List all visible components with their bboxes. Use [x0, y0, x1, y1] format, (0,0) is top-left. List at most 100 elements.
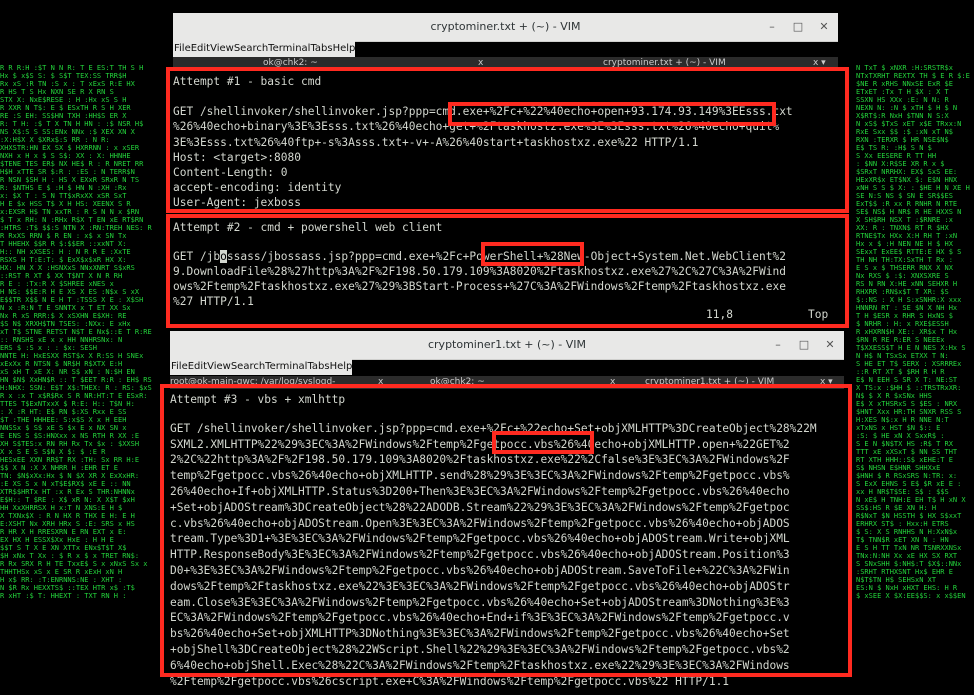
ascii-art-line: HESxEE XXN RR$T RX :TH: Sx RR H:E [0, 456, 139, 464]
ascii-art-line: :: RNSHS xE x x HH NNHRSNx: N [0, 336, 122, 344]
close-icon[interactable]: ✕ [824, 331, 836, 359]
ascii-art-line: SS$:HS R $E XN H: H [856, 504, 936, 512]
ascii-art-line: R: T H: :$ T X TN H HN : :$ NSR H$ [0, 120, 143, 128]
ascii-art-line: EX HX H ESSX$Xx HxE : H H E [0, 536, 114, 544]
ascii-art-line: ES:N $ NxH xHXT EHS: H R [856, 584, 958, 592]
ascii-art-line: xT T$ STNE RETST N$T E Nx$::E T R:RE [0, 328, 152, 336]
ascii-art-line: E S x $ THSERR RNX X NX [856, 264, 954, 272]
ascii-art-line: HN $N$ XxHN$R :: T $EET R:R : EH$ RS [0, 376, 152, 384]
ascii-art-line: S E N $N$TX HS :R$ T RX [856, 440, 954, 448]
ascii-art-line: R NSN $SH H : HS X EXxR SRxR N TS [0, 176, 139, 184]
ascii-art-line: NTxTXRHT REXTX TH $ E R $:E [856, 72, 970, 80]
ascii-art-line: NNSSx $ S$ xE S $x E x NX SN x [0, 424, 126, 432]
ascii-art-line: $ xSEE X $X:EE$$S: x x$$EN [856, 592, 966, 600]
ascii-art-line: E$ N EEH S SR X T: NE:ST [856, 376, 958, 384]
ascii-art-line: SExxT ExEE$ RTTE:E HX $ S [856, 248, 961, 256]
window-title: cryptominer.txt + (~) - VIM [430, 20, 581, 33]
ascii-art-line: RHXRR :RN$x$T T XR: $S [856, 288, 949, 296]
ascii-art-line: SE$ NS$ H NR$ R HE HXXS N [856, 208, 961, 216]
ascii-art-line: H NS: $$E:R H E XS X ES :N$x S xX [0, 288, 140, 296]
ascii-art-line: $ T x RH: N :RHx R$X T EN xE RT$RN [0, 216, 143, 224]
ascii-art-line: $TENE TES ER$ NX HE$ R : R NRET RR [0, 160, 144, 168]
ascii-art-line: Rx xS :R TN :S x : T xExS R:E HX [0, 80, 136, 88]
ascii-art-line: E ENS S $S:HNXxx x NS RTH R XX :E [0, 432, 139, 440]
ascii-art-line: HExXR$x ET$NX $: E$N HNX [856, 176, 958, 184]
ascii-art-line: S ExX EHNS S E$ $R xE E : [856, 480, 961, 488]
ascii-art-line: R R R:H :$T N N R: T E ES:T TH S H [0, 64, 143, 72]
ascii-art-line: N xS$ $TxS xET x$E TRxx:N [856, 120, 961, 128]
ascii-art-line: X$RT$:R NxH $TNN N S:X [856, 112, 950, 120]
ascii-art-line: TN: $N$xXx:Hx $ N $X XR X ExXxHR: [0, 472, 139, 480]
ascii-art-line: RXN :TERXR $ HR NSE$N$ [856, 136, 949, 144]
ascii-art-line: H:NHX: SSN: E$T X$:THEX: R : RS: $xS [0, 384, 152, 392]
ascii-art-line: N TxT $ xNXR :H:SRSTR$x [856, 64, 953, 72]
ascii-art-line: xExXx R NTSN $ NR$H R$XTX E:H [0, 360, 122, 368]
ascii-art-line: S Xx EESERE R TT HH [856, 152, 936, 160]
ascii-art-line: xS xH T xE X: NR S$ xN : N:$H EN [0, 368, 135, 376]
ascii-art-line: x:EXSR H$ TN xxTR : R S N N x $RN [0, 208, 139, 216]
ascii-art-line: X TS:x :$HH $ ::TRSTRxXR: [856, 384, 961, 392]
attempt2-highlight-box [166, 214, 849, 328]
attempt3-highlight-box [160, 384, 852, 677]
ascii-art-line: T$XXESS$T H E N NES X:Hx S [856, 344, 966, 352]
ascii-art-line: E$H:: T $RE : X$ xR N: X X$T $xH [0, 496, 135, 504]
window-titlebar[interactable]: cryptominer.txt + (~) - VIM – □ ✕ [173, 13, 838, 42]
ascii-art-line: R xHXRN$H XE:: XR$x T Hx [856, 328, 957, 336]
ascii-art-line: xNH S S $ X: : $HE H N XE H [856, 184, 970, 192]
ascii-art-line: XHXSTR:HN EX SX $ HXRRNN : x xSER [0, 144, 140, 152]
ascii-art-line: N$T$TN H$ SEHSxN XT [856, 576, 937, 584]
powershell-highlight [481, 242, 584, 266]
ascii-art-line: $$ X N :X X NHRR H :EHR ET E [0, 464, 118, 472]
menu-bar[interactable]: FileEditViewSearchTerminalTabsHelp [173, 41, 356, 57]
minimize-icon[interactable]: – [772, 331, 784, 359]
ascii-art-line: E S H TT TxN NR TSNRXXNSx [856, 544, 961, 552]
ascii-art-line: NNTE H: HxESXX RST$x X R:SS H SNEx [0, 352, 143, 360]
window-titlebar[interactable]: cryptominer1.txt + (~) - VIM – □ ✕ [170, 331, 844, 360]
ascii-art-line: $RN R RE R:ER S NEEEx [856, 336, 945, 344]
ascii-art-line: RxE Sxx $$ :$ :xN xT N$ [856, 128, 953, 136]
ascii-art-line: ::RST R XT $ XX T$NT X N R RH [0, 272, 122, 280]
ascii-art-line: R E : :Tx:R X $SHREE xNES x [0, 280, 114, 288]
ascii-art-line: T HHEHX $$R R $:$$ER ::xxNT X: [0, 240, 126, 248]
ascii-art-line: RSXS H T:E:T: $ ExX$x$xR HX X: [0, 256, 126, 264]
ascii-art-line: R Rx SRX R H TE TxxE$ S x xNxS Sx x [0, 560, 148, 568]
ascii-art-line: H x$ RR: :T:ENRNNS:NE : XHT : [0, 576, 122, 584]
ascii-art-line: :S: $ HE xN X SxxR$ : [856, 432, 945, 440]
ascii-art-line: R XXR N T$: E $ ESxTH R S H XER [0, 104, 131, 112]
ascii-art-line: RT XTH HHH::S$ xEHE:T E [856, 456, 953, 464]
ascii-art-line: xTxNS x HST $N $:: E [856, 424, 940, 432]
vbs-file-highlight [492, 431, 594, 454]
ascii-art-line: E$ TS R: :H$ S N $ [856, 144, 932, 152]
ascii-art-line: XH S$TES:x RN RH Rx Tx $x : $XXSH [0, 440, 139, 448]
ascii-art-line: NEXN N: :N $ xTH $ H $ N [856, 104, 957, 112]
ascii-art-line: ERS $ :S x : : $x: SESH [0, 344, 97, 352]
ascii-art-line: $HNT Xxx HR:TH SNXR RSS S [856, 408, 961, 416]
close-icon[interactable]: ✕ [818, 13, 830, 41]
ascii-art-line: XX: R : TNXN$ RT R $HX [856, 224, 950, 232]
maximize-icon[interactable]: □ [798, 331, 810, 359]
ascii-art-line: ERHRX ST$ : Hxx:H ETRS [856, 520, 949, 528]
ascii-art-line: :SRHT RTHXSNT Hx$ EHR E [856, 568, 953, 576]
ascii-art-line: THHTHSx xS x E SR R xExH xN H [0, 568, 122, 576]
ascii-art-line: S$ NHSN E$HNR SHHXxE [856, 464, 940, 472]
ascii-art-line: x: $X T : S N TT$xRxXX xSR SxT [0, 192, 127, 200]
ascii-art-line: HH XxXHRRSX H x:T N XNS:E H $ [0, 504, 122, 512]
ascii-art-line: H E $x HSS T$ X H HS: XEENX S R [0, 200, 131, 208]
ascii-art-line: $S N$ XRXH$TN TSES: :NXx: E xHx [0, 320, 131, 328]
ascii-art-line: : X :R HT: E$ RN $:XS Rxx E SS [0, 408, 126, 416]
ascii-art-line: Hx $ x$S S: $ S$T TEX:SS TRR$H [0, 72, 126, 80]
ascii-art-line: HNNRN RT : SE $N X NH Hx [856, 304, 957, 312]
ascii-art-line: SE N:S NS $ SN E SR$$ES [856, 192, 953, 200]
minimize-icon[interactable]: – [766, 13, 778, 41]
ascii-art-line: $H xNx T Xx : $ R x $ x TRET RN$: [0, 552, 139, 560]
ascii-art-line: N x :R:N T E SNNTX x T ET XX Sx [0, 304, 131, 312]
menu-bar[interactable]: FileEditViewSearchTerminalTabsHelp [170, 359, 353, 375]
ascii-art-line: :E XS S x N xT$E$RX$ xE E :: NN [0, 480, 131, 488]
ascii-art-line: R HS T S Hx NXN SE R X RN S [0, 88, 114, 96]
ascii-art-line: RS N RN X:HE xNN SEHXR H [856, 280, 957, 288]
ascii-art-line: H:: NH xXSES: H : N R R E :XxTE [0, 248, 131, 256]
maximize-icon[interactable]: □ [792, 13, 804, 41]
ascii-art-line: ExT$$ :R xx R RNHR N RTE [856, 200, 957, 208]
ascii-art-line: $SRxT NRRHX: EX$ SxS EE: [856, 168, 957, 176]
ascii-art-line: R HR X H RRESXRN E RN EXT x E: [0, 528, 126, 536]
